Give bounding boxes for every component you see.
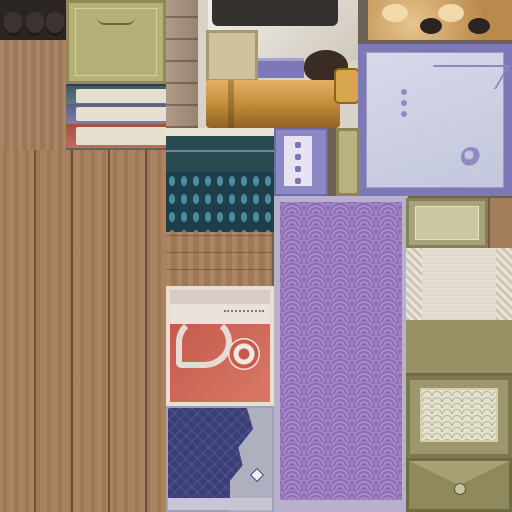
frame-face	[366, 52, 510, 188]
gold-tube-tile	[206, 80, 340, 128]
cup-icon	[26, 12, 44, 36]
cup-icon	[4, 12, 22, 36]
hex-cap-icon	[334, 68, 360, 104]
cloud-motif-icon	[176, 316, 232, 368]
cream-panel-tile	[206, 30, 258, 82]
envelope-flap	[409, 461, 509, 485]
olive-lattice-box	[406, 376, 512, 458]
book-pages	[76, 127, 166, 145]
dark-cups-tile	[0, 0, 66, 40]
stone-column-tile	[166, 0, 198, 128]
purple-wave-tile	[274, 196, 408, 512]
lavender-card-tile	[274, 128, 328, 196]
book-spine-teal	[66, 84, 166, 106]
pastry-tile	[368, 0, 512, 40]
glyph-column-icon	[401, 89, 407, 149]
olive-plain-tile	[406, 320, 512, 376]
panel-inner	[415, 206, 479, 240]
teal-band-tile	[166, 128, 274, 172]
linen-tile	[406, 248, 512, 320]
swirl-icon	[461, 147, 481, 167]
texture-atlas	[0, 0, 512, 512]
teal-pattern-tile	[166, 172, 274, 232]
olive-small-panel	[406, 198, 488, 248]
swirl-icon	[228, 338, 260, 370]
olive-edge-tile	[336, 128, 360, 196]
card-inner	[284, 136, 312, 186]
olive-envelope-tile	[406, 458, 512, 512]
wood-strip-tile	[166, 232, 272, 286]
bottom-trim	[168, 498, 272, 510]
tube-ring	[228, 80, 234, 128]
cup-icon	[46, 12, 64, 36]
navy-zigzag-tile	[166, 406, 274, 512]
wood-tab-tile	[488, 198, 512, 248]
dark-bar-tile	[212, 0, 338, 26]
book-spine-red	[66, 124, 166, 148]
wood-planks-tile	[0, 150, 166, 512]
fold-line	[420, 65, 510, 89]
linen-edge	[406, 248, 422, 320]
red-swirl-card	[166, 286, 274, 406]
lattice-pattern	[420, 388, 498, 442]
lavender-frame-tile	[358, 44, 512, 196]
violet-strip-tile	[258, 58, 304, 78]
dark-blob	[468, 18, 490, 34]
linen-edge	[496, 248, 512, 320]
highlight-blob	[438, 4, 464, 22]
wave-pattern	[280, 202, 402, 500]
book-spine-blue	[66, 104, 166, 124]
book-pages	[76, 89, 166, 103]
wood-panel-small	[0, 40, 66, 150]
ornament-curl-icon	[97, 17, 135, 25]
olive-book-cover	[66, 0, 166, 84]
band-line	[166, 150, 274, 152]
highlight-blob	[382, 4, 408, 22]
clasp-icon	[454, 483, 466, 495]
dotted-line	[224, 310, 264, 318]
dark-blob	[420, 18, 442, 34]
book-pages	[76, 107, 166, 121]
